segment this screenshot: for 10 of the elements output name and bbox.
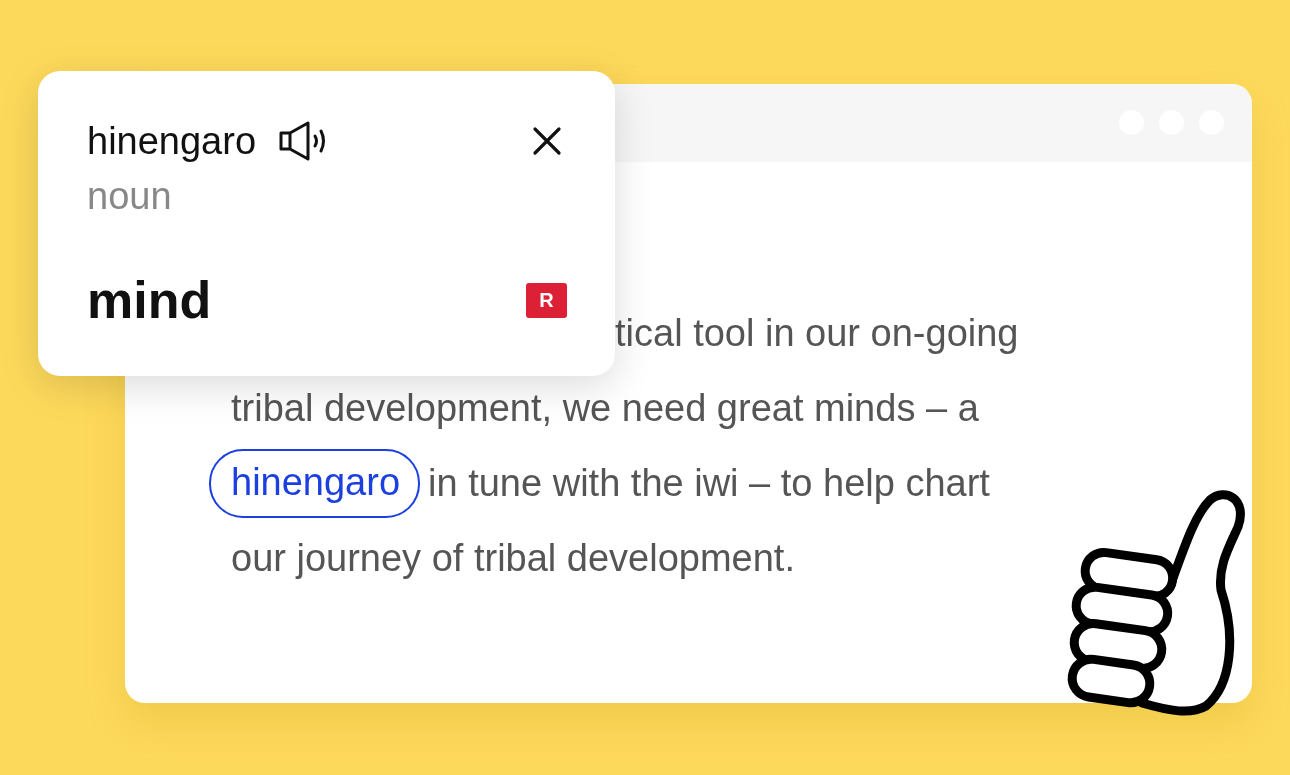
paragraph-text: tical tool in our on-going (615, 312, 1019, 355)
part-of-speech: noun (87, 175, 173, 218)
source-badge[interactable]: R (526, 282, 567, 318)
highlighted-word[interactable]: hinengaro (209, 449, 421, 518)
translation: mind (87, 270, 212, 330)
headword: hinengaro (87, 119, 257, 163)
close-icon[interactable] (532, 126, 562, 156)
paragraph-text: our journey of tribal development. (231, 537, 795, 580)
paragraph-text: tribal development, we need great minds – a (231, 387, 979, 430)
paragraph-text: in tune with the iwi – to help chart (428, 462, 990, 505)
